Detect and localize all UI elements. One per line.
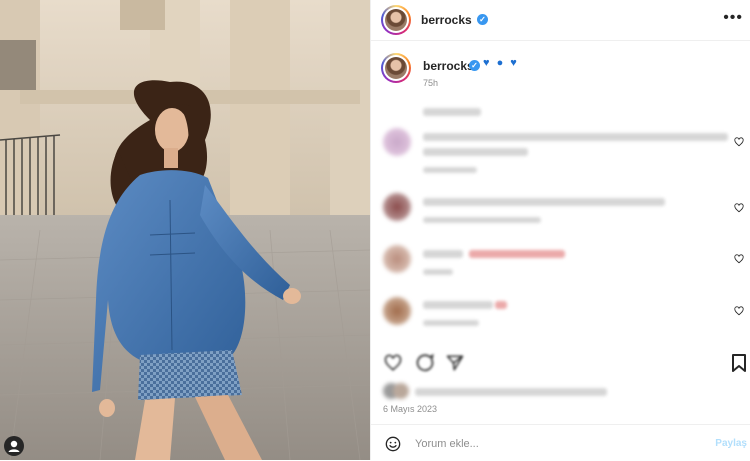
blurred-text: [423, 301, 493, 309]
comment-like-heart-icon[interactable]: [734, 137, 744, 147]
comment-like-heart-icon[interactable]: [734, 306, 744, 316]
comment-icon[interactable]: [415, 353, 435, 373]
like-heart-icon[interactable]: [383, 354, 403, 372]
post-side-panel: berrocks ✓ ••• berrocks ✓ ♥ ● ♥ 75h 6 Ma…: [370, 0, 750, 460]
more-options-icon[interactable]: •••: [723, 10, 743, 26]
blurred-text: [423, 320, 479, 326]
photo-illustration: [0, 0, 370, 460]
blurred-likes-text[interactable]: [415, 388, 607, 396]
caption-time: 75h: [423, 78, 439, 88]
caption-verified-badge-icon: ✓: [469, 60, 480, 71]
comment-avatar[interactable]: [383, 297, 411, 325]
blurred-text: [423, 269, 453, 275]
author-avatar[interactable]: [381, 5, 411, 35]
caption-author-avatar[interactable]: [381, 53, 411, 83]
blurred-text: [423, 108, 481, 116]
verified-badge-icon: ✓: [477, 14, 488, 25]
comment-avatar[interactable]: [383, 193, 411, 221]
blurred-text: [423, 217, 541, 223]
share-icon[interactable]: [445, 354, 465, 372]
emoji-icon[interactable]: [385, 436, 401, 452]
comment-bar: Paylaş: [371, 424, 750, 461]
tagged-user-icon[interactable]: [4, 436, 24, 456]
comment-input[interactable]: [415, 435, 685, 453]
blurred-text: [423, 198, 665, 206]
blurred-emoji: [495, 301, 507, 309]
comment-avatar[interactable]: [383, 128, 411, 156]
caption-emoji-text: ♥ ● ♥: [483, 57, 519, 69]
blurred-text: [423, 167, 477, 173]
caption-author-username[interactable]: berrocks: [423, 59, 474, 73]
liker-avatar[interactable]: [393, 383, 409, 399]
post-date: 6 Mayıs 2023: [383, 404, 438, 414]
blurred-text: [423, 148, 528, 156]
comment-like-heart-icon[interactable]: [734, 254, 744, 264]
bookmark-icon[interactable]: [731, 354, 747, 372]
comment-avatar[interactable]: [383, 245, 411, 273]
post-comment-button[interactable]: Paylaş: [715, 438, 747, 449]
blurred-text: [423, 250, 463, 258]
author-username[interactable]: berrocks: [421, 13, 472, 27]
blurred-emoji: [469, 250, 565, 258]
post-header: berrocks ✓ •••: [371, 0, 750, 41]
blurred-text: [423, 133, 728, 141]
comment-like-heart-icon[interactable]: [734, 203, 744, 213]
post-photo[interactable]: [0, 0, 370, 460]
